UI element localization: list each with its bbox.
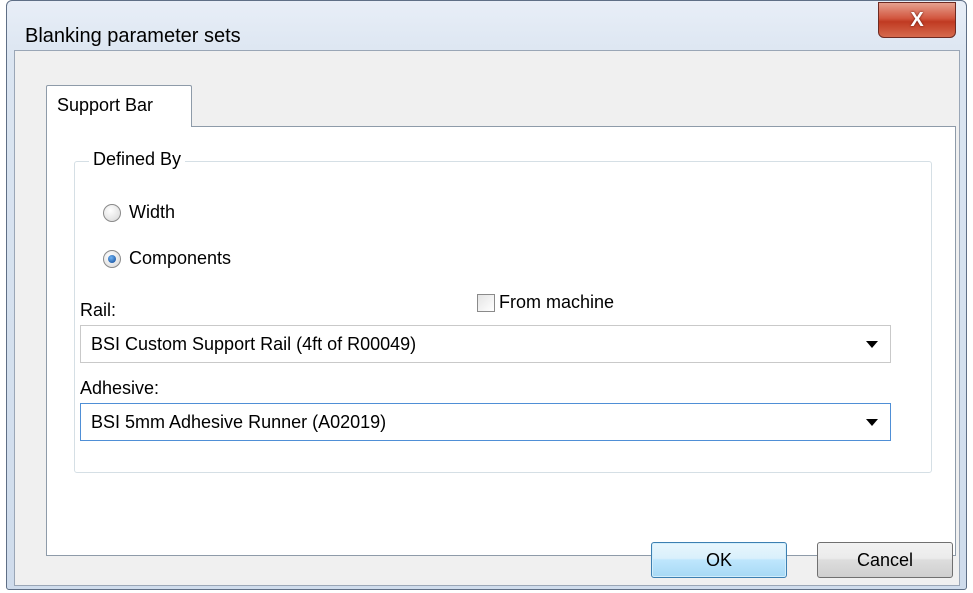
dialog-client-area: Support Bar Defined By Width Components … bbox=[14, 50, 960, 586]
radio-width-button[interactable] bbox=[103, 203, 121, 222]
rail-dropdown-value: BSI Custom Support Rail (4ft of R00049) bbox=[91, 333, 417, 354]
radio-components-label: Components bbox=[129, 248, 232, 268]
tab-label: Support Bar bbox=[57, 95, 154, 115]
chevron-down-icon[interactable] bbox=[866, 341, 878, 348]
radio-width-label: Width bbox=[129, 202, 176, 222]
cancel-button[interactable]: Cancel bbox=[817, 542, 953, 578]
ok-button-label: OK bbox=[705, 549, 732, 570]
cancel-button-label: Cancel bbox=[856, 549, 914, 570]
close-button[interactable]: X bbox=[878, 2, 956, 38]
radio-components[interactable]: Components bbox=[103, 248, 231, 269]
group-label-defined-by: Defined By bbox=[89, 149, 186, 170]
dialog-window: Blanking parameter sets X Support Bar De… bbox=[6, 0, 967, 590]
radio-width[interactable]: Width bbox=[103, 202, 175, 223]
from-machine-label: From machine bbox=[499, 292, 615, 312]
chevron-down-icon[interactable] bbox=[866, 419, 878, 426]
ok-button[interactable]: OK bbox=[651, 542, 787, 578]
adhesive-label: Adhesive: bbox=[80, 378, 160, 398]
tab-panel-support-bar: Defined By Width Components Rail: From m… bbox=[46, 126, 956, 556]
window-title: Blanking parameter sets bbox=[25, 25, 241, 47]
close-icon: X bbox=[910, 8, 924, 31]
from-machine-checkbox-box[interactable] bbox=[477, 293, 495, 312]
adhesive-dropdown[interactable]: BSI 5mm Adhesive Runner (A02019) bbox=[80, 403, 891, 441]
defined-by-group: Defined By Width Components Rail: From m… bbox=[74, 149, 932, 473]
rail-label: Rail: bbox=[80, 300, 117, 320]
adhesive-dropdown-value: BSI 5mm Adhesive Runner (A02019) bbox=[91, 411, 387, 432]
from-machine-checkbox[interactable]: From machine bbox=[477, 292, 614, 313]
tab-support-bar[interactable]: Support Bar bbox=[46, 85, 192, 127]
radio-components-button[interactable] bbox=[103, 249, 121, 268]
rail-dropdown[interactable]: BSI Custom Support Rail (4ft of R00049) bbox=[80, 325, 891, 363]
